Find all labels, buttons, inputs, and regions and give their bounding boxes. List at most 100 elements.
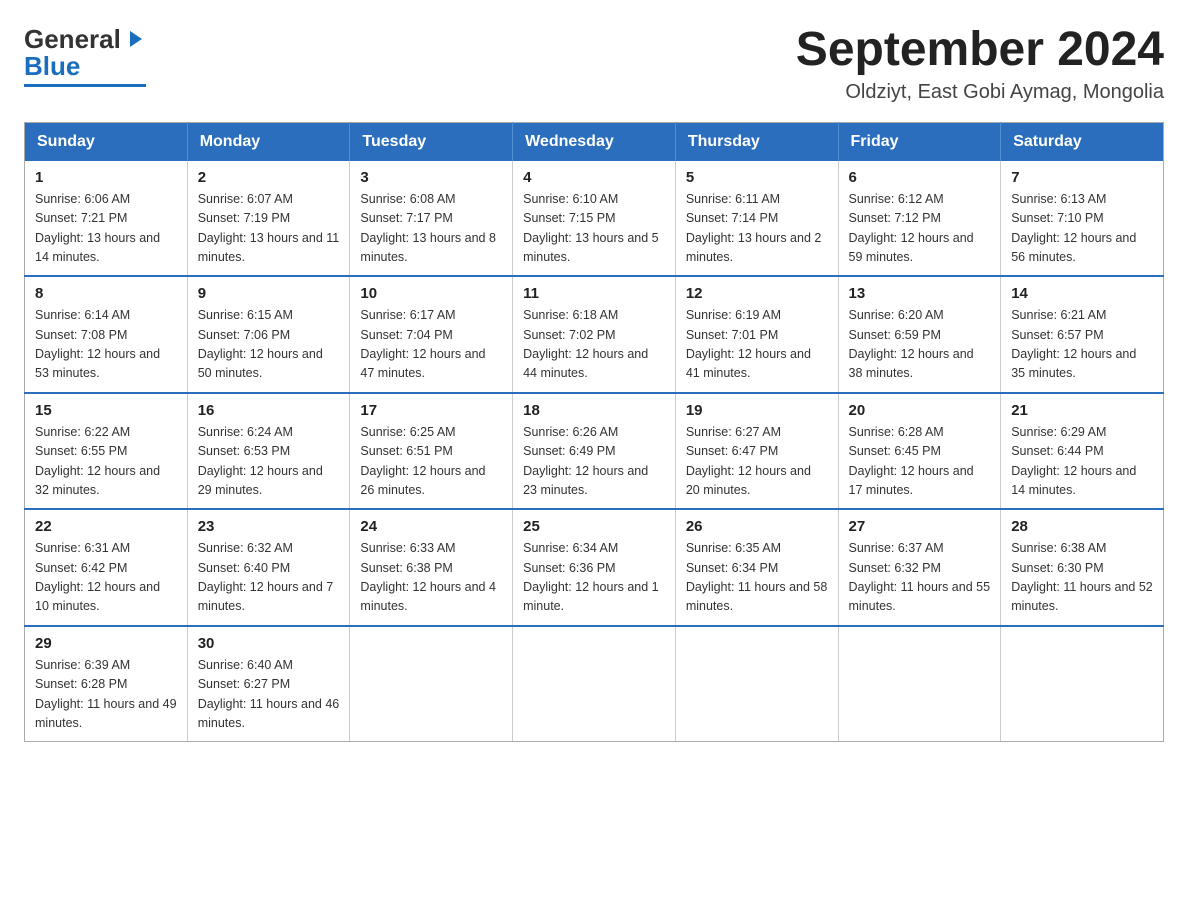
calendar-day-cell: 20 Sunrise: 6:28 AMSunset: 6:45 PMDaylig… bbox=[838, 393, 1001, 510]
calendar-day-header: Sunday bbox=[25, 122, 188, 161]
day-number: 29 bbox=[35, 635, 177, 652]
calendar-day-cell: 11 Sunrise: 6:18 AMSunset: 7:02 PMDaylig… bbox=[513, 276, 676, 393]
calendar-day-cell: 9 Sunrise: 6:15 AMSunset: 7:06 PMDayligh… bbox=[187, 276, 350, 393]
day-number: 4 bbox=[523, 169, 665, 186]
day-number: 28 bbox=[1011, 518, 1153, 535]
day-detail: Sunrise: 6:20 AMSunset: 6:59 PMDaylight:… bbox=[849, 308, 974, 380]
day-number: 13 bbox=[849, 285, 991, 302]
day-number: 1 bbox=[35, 169, 177, 186]
day-detail: Sunrise: 6:10 AMSunset: 7:15 PMDaylight:… bbox=[523, 192, 659, 264]
day-detail: Sunrise: 6:11 AMSunset: 7:14 PMDaylight:… bbox=[686, 192, 822, 264]
day-number: 20 bbox=[849, 402, 991, 419]
day-number: 23 bbox=[198, 518, 340, 535]
calendar-day-header: Wednesday bbox=[513, 122, 676, 161]
page-header: General Blue September 2024 Oldziyt, Eas… bbox=[24, 24, 1164, 104]
calendar-day-cell: 30 Sunrise: 6:40 AMSunset: 6:27 PMDaylig… bbox=[187, 626, 350, 742]
logo: General Blue bbox=[24, 24, 146, 87]
day-number: 10 bbox=[360, 285, 502, 302]
calendar-day-cell: 7 Sunrise: 6:13 AMSunset: 7:10 PMDayligh… bbox=[1001, 161, 1164, 277]
calendar-table: SundayMondayTuesdayWednesdayThursdayFrid… bbox=[24, 122, 1164, 743]
day-detail: Sunrise: 6:25 AMSunset: 6:51 PMDaylight:… bbox=[360, 425, 485, 497]
calendar-day-cell bbox=[838, 626, 1001, 742]
day-number: 5 bbox=[686, 169, 828, 186]
calendar-day-header: Saturday bbox=[1001, 122, 1164, 161]
calendar-day-cell: 26 Sunrise: 6:35 AMSunset: 6:34 PMDaylig… bbox=[675, 509, 838, 626]
day-detail: Sunrise: 6:12 AMSunset: 7:12 PMDaylight:… bbox=[849, 192, 974, 264]
calendar-day-cell bbox=[675, 626, 838, 742]
calendar-day-cell: 15 Sunrise: 6:22 AMSunset: 6:55 PMDaylig… bbox=[25, 393, 188, 510]
day-number: 8 bbox=[35, 285, 177, 302]
day-detail: Sunrise: 6:29 AMSunset: 6:44 PMDaylight:… bbox=[1011, 425, 1136, 497]
calendar-day-cell: 29 Sunrise: 6:39 AMSunset: 6:28 PMDaylig… bbox=[25, 626, 188, 742]
calendar-day-cell: 2 Sunrise: 6:07 AMSunset: 7:19 PMDayligh… bbox=[187, 161, 350, 277]
day-number: 9 bbox=[198, 285, 340, 302]
calendar-day-cell: 22 Sunrise: 6:31 AMSunset: 6:42 PMDaylig… bbox=[25, 509, 188, 626]
day-number: 12 bbox=[686, 285, 828, 302]
day-detail: Sunrise: 6:33 AMSunset: 6:38 PMDaylight:… bbox=[360, 541, 496, 613]
day-detail: Sunrise: 6:06 AMSunset: 7:21 PMDaylight:… bbox=[35, 192, 160, 264]
logo-underline bbox=[24, 84, 146, 87]
calendar-day-cell: 3 Sunrise: 6:08 AMSunset: 7:17 PMDayligh… bbox=[350, 161, 513, 277]
day-detail: Sunrise: 6:35 AMSunset: 6:34 PMDaylight:… bbox=[686, 541, 828, 613]
calendar-week-row: 29 Sunrise: 6:39 AMSunset: 6:28 PMDaylig… bbox=[25, 626, 1164, 742]
calendar-day-header: Monday bbox=[187, 122, 350, 161]
title-block: September 2024 Oldziyt, East Gobi Aymag,… bbox=[796, 24, 1164, 104]
day-detail: Sunrise: 6:24 AMSunset: 6:53 PMDaylight:… bbox=[198, 425, 323, 497]
day-number: 16 bbox=[198, 402, 340, 419]
calendar-day-cell: 28 Sunrise: 6:38 AMSunset: 6:30 PMDaylig… bbox=[1001, 509, 1164, 626]
day-detail: Sunrise: 6:39 AMSunset: 6:28 PMDaylight:… bbox=[35, 658, 177, 730]
day-detail: Sunrise: 6:14 AMSunset: 7:08 PMDaylight:… bbox=[35, 308, 160, 380]
day-detail: Sunrise: 6:38 AMSunset: 6:30 PMDaylight:… bbox=[1011, 541, 1153, 613]
calendar-day-cell: 8 Sunrise: 6:14 AMSunset: 7:08 PMDayligh… bbox=[25, 276, 188, 393]
day-number: 30 bbox=[198, 635, 340, 652]
calendar-day-cell: 4 Sunrise: 6:10 AMSunset: 7:15 PMDayligh… bbox=[513, 161, 676, 277]
day-number: 2 bbox=[198, 169, 340, 186]
main-title: September 2024 bbox=[796, 24, 1164, 77]
day-number: 22 bbox=[35, 518, 177, 535]
day-number: 18 bbox=[523, 402, 665, 419]
day-detail: Sunrise: 6:32 AMSunset: 6:40 PMDaylight:… bbox=[198, 541, 334, 613]
calendar-day-cell: 10 Sunrise: 6:17 AMSunset: 7:04 PMDaylig… bbox=[350, 276, 513, 393]
day-detail: Sunrise: 6:37 AMSunset: 6:32 PMDaylight:… bbox=[849, 541, 991, 613]
calendar-day-cell: 14 Sunrise: 6:21 AMSunset: 6:57 PMDaylig… bbox=[1001, 276, 1164, 393]
day-detail: Sunrise: 6:26 AMSunset: 6:49 PMDaylight:… bbox=[523, 425, 648, 497]
calendar-week-row: 8 Sunrise: 6:14 AMSunset: 7:08 PMDayligh… bbox=[25, 276, 1164, 393]
subtitle: Oldziyt, East Gobi Aymag, Mongolia bbox=[796, 81, 1164, 104]
calendar-day-cell: 5 Sunrise: 6:11 AMSunset: 7:14 PMDayligh… bbox=[675, 161, 838, 277]
calendar-day-cell: 1 Sunrise: 6:06 AMSunset: 7:21 PMDayligh… bbox=[25, 161, 188, 277]
calendar-week-row: 15 Sunrise: 6:22 AMSunset: 6:55 PMDaylig… bbox=[25, 393, 1164, 510]
day-detail: Sunrise: 6:34 AMSunset: 6:36 PMDaylight:… bbox=[523, 541, 659, 613]
day-number: 26 bbox=[686, 518, 828, 535]
calendar-day-header: Thursday bbox=[675, 122, 838, 161]
calendar-day-cell: 12 Sunrise: 6:19 AMSunset: 7:01 PMDaylig… bbox=[675, 276, 838, 393]
day-number: 21 bbox=[1011, 402, 1153, 419]
calendar-day-cell bbox=[513, 626, 676, 742]
day-number: 25 bbox=[523, 518, 665, 535]
day-number: 11 bbox=[523, 285, 665, 302]
day-detail: Sunrise: 6:08 AMSunset: 7:17 PMDaylight:… bbox=[360, 192, 496, 264]
calendar-day-cell bbox=[350, 626, 513, 742]
calendar-day-cell: 13 Sunrise: 6:20 AMSunset: 6:59 PMDaylig… bbox=[838, 276, 1001, 393]
day-detail: Sunrise: 6:19 AMSunset: 7:01 PMDaylight:… bbox=[686, 308, 811, 380]
day-detail: Sunrise: 6:13 AMSunset: 7:10 PMDaylight:… bbox=[1011, 192, 1136, 264]
calendar-day-cell: 17 Sunrise: 6:25 AMSunset: 6:51 PMDaylig… bbox=[350, 393, 513, 510]
day-number: 3 bbox=[360, 169, 502, 186]
day-number: 24 bbox=[360, 518, 502, 535]
day-number: 27 bbox=[849, 518, 991, 535]
calendar-week-row: 1 Sunrise: 6:06 AMSunset: 7:21 PMDayligh… bbox=[25, 161, 1164, 277]
calendar-day-header: Tuesday bbox=[350, 122, 513, 161]
day-detail: Sunrise: 6:22 AMSunset: 6:55 PMDaylight:… bbox=[35, 425, 160, 497]
calendar-day-cell: 25 Sunrise: 6:34 AMSunset: 6:36 PMDaylig… bbox=[513, 509, 676, 626]
day-detail: Sunrise: 6:18 AMSunset: 7:02 PMDaylight:… bbox=[523, 308, 648, 380]
day-number: 15 bbox=[35, 402, 177, 419]
calendar-day-cell bbox=[1001, 626, 1164, 742]
calendar-day-cell: 23 Sunrise: 6:32 AMSunset: 6:40 PMDaylig… bbox=[187, 509, 350, 626]
day-detail: Sunrise: 6:27 AMSunset: 6:47 PMDaylight:… bbox=[686, 425, 811, 497]
day-number: 19 bbox=[686, 402, 828, 419]
day-detail: Sunrise: 6:31 AMSunset: 6:42 PMDaylight:… bbox=[35, 541, 160, 613]
calendar-day-cell: 16 Sunrise: 6:24 AMSunset: 6:53 PMDaylig… bbox=[187, 393, 350, 510]
calendar-week-row: 22 Sunrise: 6:31 AMSunset: 6:42 PMDaylig… bbox=[25, 509, 1164, 626]
calendar-day-cell: 6 Sunrise: 6:12 AMSunset: 7:12 PMDayligh… bbox=[838, 161, 1001, 277]
day-detail: Sunrise: 6:17 AMSunset: 7:04 PMDaylight:… bbox=[360, 308, 485, 380]
calendar-header-row: SundayMondayTuesdayWednesdayThursdayFrid… bbox=[25, 122, 1164, 161]
